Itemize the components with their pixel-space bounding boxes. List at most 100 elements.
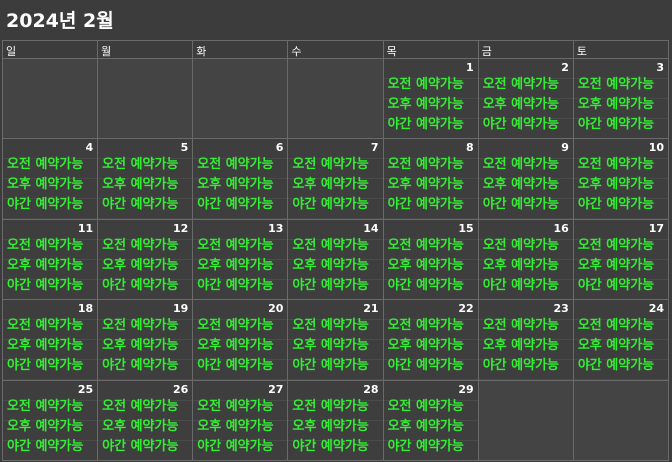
reservation-slot-link[interactable]: 오후 예약가능 [102,256,190,276]
reservation-slot-link[interactable]: 야간 예약가능 [292,356,380,376]
reservation-slot-link[interactable]: 오전 예약가능 [388,236,476,256]
reservation-slot-link[interactable]: 오후 예약가능 [197,256,285,276]
reservation-slot-link[interactable]: 야간 예약가능 [578,195,666,215]
reservation-slot-link[interactable]: 오후 예약가능 [292,417,380,437]
reservation-slot-link[interactable]: 야간 예약가능 [7,356,95,376]
reservation-slot-link[interactable]: 오후 예약가능 [197,175,285,195]
reservation-slot-link[interactable]: 야간 예약가능 [388,356,476,376]
reservation-slot-link[interactable]: 야간 예약가능 [292,195,380,215]
reservation-slot-link[interactable]: 오전 예약가능 [102,397,190,417]
reservation-slot-link[interactable]: 오전 예약가능 [197,155,285,175]
reservation-slot-link[interactable]: 오전 예약가능 [388,397,476,417]
reservation-slot-link[interactable]: 야간 예약가능 [578,276,666,296]
reservation-slot-link[interactable]: 오후 예약가능 [7,417,95,437]
reservation-slot-link[interactable]: 오전 예약가능 [7,397,95,417]
day-cell: 1 오전 예약가능 오후 예약가능 야간 예약가능 [383,59,479,140]
reservation-slot-link[interactable]: 오후 예약가능 [578,175,666,195]
reservation-slot-link[interactable]: 야간 예약가능 [7,195,95,215]
reservation-slot-link[interactable]: 오후 예약가능 [102,175,190,195]
reservation-slot-link[interactable]: 오전 예약가능 [7,316,95,336]
reservation-slot-link[interactable]: 야간 예약가능 [102,195,190,215]
reservation-slot-link[interactable]: 야간 예약가능 [578,356,666,376]
reservation-slot-link[interactable]: 오전 예약가능 [102,236,190,256]
day-cell: 4 오전 예약가능 오후 예약가능 야간 예약가능 [3,139,99,220]
day-number: 18 [77,302,94,316]
reservation-slot-link[interactable]: 오전 예약가능 [197,316,285,336]
reservation-slot-link[interactable]: 오전 예약가능 [388,155,476,175]
reservation-slot-link[interactable]: 오전 예약가능 [7,155,95,175]
reservation-slot-link[interactable]: 오후 예약가능 [388,175,476,195]
reservation-slot-link[interactable]: 오후 예약가능 [102,417,190,437]
reservation-slot-link[interactable]: 야간 예약가능 [102,437,190,457]
reservation-slot-link[interactable]: 오전 예약가능 [483,155,571,175]
reservation-slot-link[interactable]: 야간 예약가능 [102,276,190,296]
reservation-slot-link[interactable]: 오후 예약가능 [292,256,380,276]
reservation-slot-link[interactable]: 야간 예약가능 [7,276,95,296]
reservation-slot-link[interactable]: 오전 예약가능 [197,397,285,417]
reservation-slot-link[interactable]: 오전 예약가능 [292,236,380,256]
reservation-slot-link[interactable]: 오전 예약가능 [483,236,571,256]
reservation-slot-link[interactable]: 오후 예약가능 [388,256,476,276]
reservation-slot-link[interactable]: 오전 예약가능 [578,75,666,95]
reservation-slot-link[interactable]: 오전 예약가능 [102,155,190,175]
weekday-header: 일 [3,41,99,59]
reservation-slot-link[interactable]: 야간 예약가능 [197,437,285,457]
reservation-slot-link[interactable]: 오후 예약가능 [7,256,95,276]
day-cell: 10 오전 예약가능 오후 예약가능 야간 예약가능 [573,139,669,220]
reservation-slot-link[interactable]: 오전 예약가능 [578,316,666,336]
reservation-slot-link[interactable]: 오후 예약가능 [7,336,95,356]
reservation-slot-link[interactable]: 야간 예약가능 [483,195,571,215]
reservation-slot-link[interactable]: 오후 예약가능 [483,336,571,356]
reservation-slot-link[interactable]: 야간 예약가능 [483,276,571,296]
reservation-slot-link[interactable]: 야간 예약가능 [292,276,380,296]
reservation-slot-link[interactable]: 오후 예약가능 [292,175,380,195]
slot-list: 오전 예약가능 오후 예약가능 야간 예약가능 [102,397,190,457]
reservation-slot-link[interactable]: 야간 예약가능 [578,115,666,135]
empty-day-cell [288,59,384,140]
reservation-slot-link[interactable]: 야간 예약가능 [7,437,95,457]
reservation-slot-link[interactable]: 야간 예약가능 [197,276,285,296]
reservation-slot-link[interactable]: 야간 예약가능 [483,115,571,135]
reservation-slot-link[interactable]: 야간 예약가능 [197,356,285,376]
reservation-slot-link[interactable]: 오전 예약가능 [483,75,571,95]
reservation-slot-link[interactable]: 오전 예약가능 [292,316,380,336]
reservation-slot-link[interactable]: 오후 예약가능 [578,95,666,115]
reservation-slot-link[interactable]: 야간 예약가능 [292,437,380,457]
reservation-slot-link[interactable]: 오후 예약가능 [7,175,95,195]
reservation-slot-link[interactable]: 오전 예약가능 [578,236,666,256]
slot-list: 오전 예약가능 오후 예약가능 야간 예약가능 [197,316,285,376]
reservation-slot-link[interactable]: 오전 예약가능 [102,316,190,336]
reservation-slot-link[interactable]: 야간 예약가능 [388,276,476,296]
reservation-slot-link[interactable]: 오후 예약가능 [483,175,571,195]
weekday-header: 토 [573,41,669,59]
reservation-slot-link[interactable]: 야간 예약가능 [388,437,476,457]
reservation-slot-link[interactable]: 오전 예약가능 [388,75,476,95]
reservation-slot-link[interactable]: 오후 예약가능 [292,336,380,356]
reservation-slot-link[interactable]: 오전 예약가능 [388,316,476,336]
reservation-slot-link[interactable]: 오후 예약가능 [388,95,476,115]
reservation-slot-link[interactable]: 오후 예약가능 [483,95,571,115]
reservation-slot-link[interactable]: 오후 예약가능 [197,417,285,437]
reservation-slot-link[interactable]: 야간 예약가능 [388,195,476,215]
reservation-slot-link[interactable]: 오후 예약가능 [578,336,666,356]
reservation-slot-link[interactable]: 야간 예약가능 [388,115,476,135]
reservation-slot-link[interactable]: 오전 예약가능 [292,397,380,417]
reservation-slot-link[interactable]: 오후 예약가능 [102,336,190,356]
reservation-slot-link[interactable]: 오후 예약가능 [578,256,666,276]
reservation-slot-link[interactable]: 오후 예약가능 [483,256,571,276]
day-cell: 16 오전 예약가능 오후 예약가능 야간 예약가능 [478,219,574,301]
slot-list: 오전 예약가능 오후 예약가능 야간 예약가능 [388,75,476,135]
reservation-slot-link[interactable]: 야간 예약가능 [197,195,285,215]
reservation-slot-link[interactable]: 야간 예약가능 [102,356,190,376]
reservation-slot-link[interactable]: 오전 예약가능 [7,236,95,256]
reservation-slot-link[interactable]: 오전 예약가능 [578,155,666,175]
day-cell: 22 오전 예약가능 오후 예약가능 야간 예약가능 [383,300,479,381]
reservation-slot-link[interactable]: 오전 예약가능 [483,316,571,336]
reservation-slot-link[interactable]: 오후 예약가능 [388,417,476,437]
slot-list: 오전 예약가능 오후 예약가능 야간 예약가능 [7,236,95,296]
reservation-slot-link[interactable]: 오전 예약가능 [197,236,285,256]
reservation-slot-link[interactable]: 오후 예약가능 [197,336,285,356]
reservation-slot-link[interactable]: 야간 예약가능 [483,356,571,376]
reservation-slot-link[interactable]: 오후 예약가능 [388,336,476,356]
reservation-slot-link[interactable]: 오전 예약가능 [292,155,380,175]
